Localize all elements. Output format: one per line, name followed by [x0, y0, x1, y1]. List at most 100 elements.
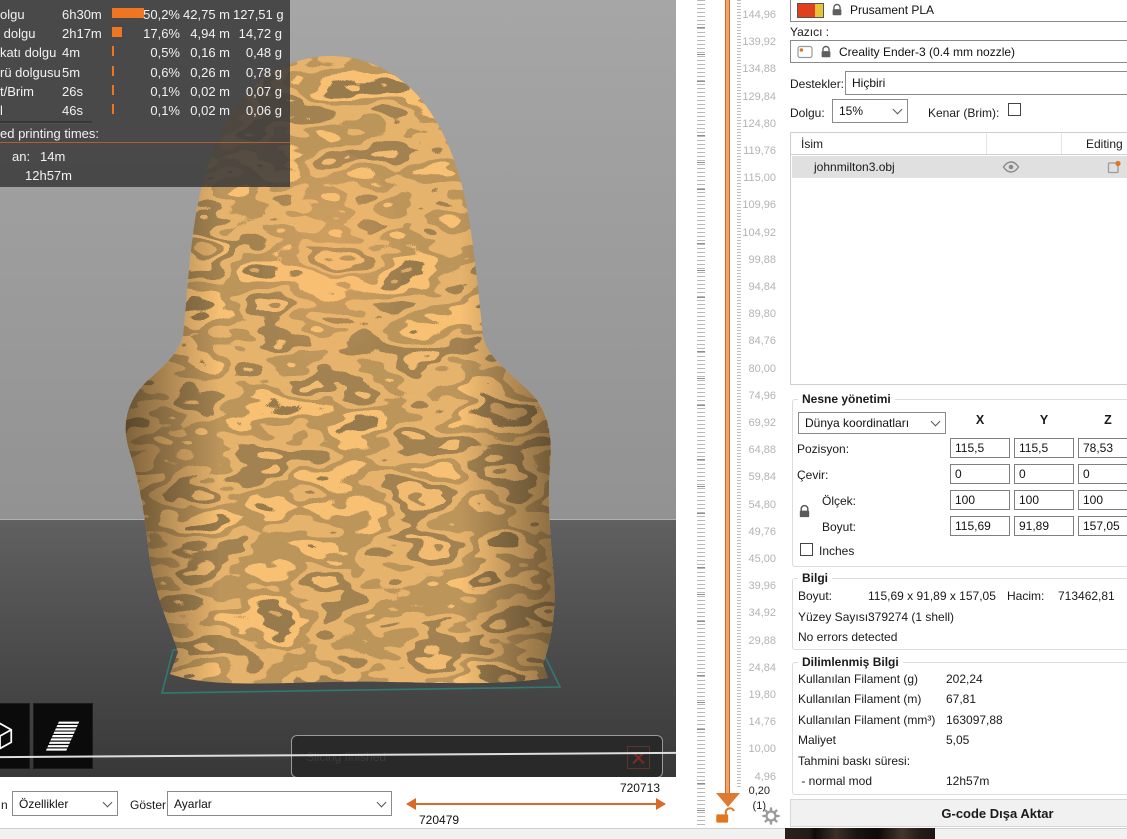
layer-height-label: 119,76 [743, 145, 776, 157]
size-label: Boyut: [822, 520, 857, 534]
rotate-label: Çevir: [797, 468, 829, 482]
inches-checkbox[interactable] [800, 543, 813, 556]
gear-icon[interactable] [762, 807, 780, 825]
layers-icon [46, 722, 79, 751]
infill-select[interactable]: 15% [832, 99, 908, 123]
range-slider-track[interactable] [414, 803, 657, 805]
position-x-input[interactable] [950, 438, 1010, 458]
status-bar [0, 828, 1127, 839]
sliced-info-label: Kullanılan Filament (g) [798, 672, 919, 686]
layer-height-label: 74,96 [748, 389, 776, 402]
layer-height-label: 39,96 [748, 580, 776, 593]
size-z-input[interactable] [1078, 516, 1127, 536]
layer-height-label: 14,76 [748, 716, 776, 729]
export-gcode-button[interactable]: G-code Dışa Aktar [790, 799, 1127, 827]
sliced-info-row: Kullanılan Filament (mm³) 163097,88 [792, 713, 1127, 729]
info-size-value: 115,69 x 91,89 x 157,05 [868, 589, 996, 603]
coordinate-system-select[interactable]: Dünya koordinatları [798, 412, 946, 434]
feature-bar [112, 65, 114, 76]
sliced-info-row: Kullanılan Filament (g) 202,24 [792, 672, 1127, 688]
layer-height-label: 115,00 [743, 172, 776, 185]
feature-length: 0,26 m [190, 64, 230, 80]
info-volume-value: 713462,81 [1058, 589, 1115, 603]
printer-select[interactable]: Creality Ender-3 (0.4 mm nozzle) [790, 40, 1127, 63]
sliced-info-value: 163097,88 [946, 712, 1003, 727]
rotate-y-input[interactable] [1014, 464, 1074, 484]
object-list-header: İsim Editing [791, 133, 1127, 155]
size-y-input[interactable] [1014, 516, 1074, 536]
filament-name: Prusament PLA [850, 3, 935, 17]
scale-x-input[interactable] [950, 490, 1010, 510]
object-row-selected[interactable]: johnmilton3.obj [792, 156, 1127, 178]
scale-y-input[interactable] [1014, 490, 1074, 510]
unlock-icon[interactable] [712, 806, 736, 825]
scale-label: Ölçek: [822, 494, 857, 508]
coordinate-system-value: Dünya koordinatları [805, 416, 910, 430]
layer-height-label: 134,88 [742, 63, 776, 76]
eye-icon[interactable] [1002, 161, 1020, 173]
layer-height-label: 29,88 [748, 634, 776, 647]
object-name: johnmilton3.obj [814, 160, 895, 174]
show-select[interactable]: Ayarlar [167, 791, 392, 816]
3d-view-button[interactable] [0, 703, 30, 769]
3d-viewport[interactable]: olgu 6h30m 50,2% 42,75 m 127,51 g dolgu … [0, 0, 676, 777]
sliced-info-label: Maliyet [798, 733, 837, 748]
chevron-down-icon [930, 416, 941, 427]
axis-header-x: X [975, 413, 985, 427]
layer-height-label: 54,80 [748, 498, 776, 511]
object-settings-icon[interactable] [1107, 160, 1121, 174]
feature-time: 6h30m [62, 7, 102, 22]
scale-z-input[interactable] [1078, 490, 1127, 510]
show-value: Ayarlar [174, 796, 212, 811]
chevron-down-icon [376, 797, 387, 807]
info-errors-text: No errors detected [798, 630, 898, 644]
info-facets-value: 379274 (1 shell) [868, 610, 955, 624]
size-x-input[interactable] [950, 516, 1010, 536]
legend-row: rü dolgusu 5m 0,6% 0,26 m 0,78 g [0, 64, 290, 80]
supports-select[interactable]: Hiçbiri [845, 71, 1127, 95]
cut-off-label: n [1, 798, 8, 812]
total-time-value: 12h57m [25, 168, 72, 183]
range-slider-right-handle[interactable] [656, 798, 666, 810]
layer-height-label: 129,84 [742, 90, 776, 103]
first-layer-time-value: 14m [40, 149, 66, 164]
layer-height-label: 59,84 [748, 471, 776, 484]
legend-row: l 46s 0,1% 0,02 m 0,06 g [0, 104, 290, 118]
supports-value: Hiçbiri [852, 76, 886, 90]
sliced-info-row: Kullanılan Filament (m) 67,81 [792, 692, 1127, 708]
legend-separator [0, 142, 290, 143]
editing-column-header: Editing [1086, 137, 1123, 151]
first-layer-time-label: an: [12, 149, 31, 164]
layer-height-label: 49,76 [748, 525, 776, 538]
layers-preview-button[interactable] [33, 703, 93, 769]
feature-bar [112, 46, 114, 57]
printing-times-header: ed printing times: [0, 126, 99, 141]
inches-label: Inches [819, 544, 855, 558]
layer-slider-tick-ruler[interactable] [697, 0, 705, 832]
info-size-label: Boyut: [798, 589, 833, 603]
range-max-value: 720713 [619, 781, 660, 795]
rotate-x-input[interactable] [950, 464, 1010, 484]
range-min-value: 720479 [419, 813, 460, 827]
uniform-scale-lock-icon[interactable] [797, 504, 812, 519]
sliced-info-label: Kullanılan Filament (m) [798, 692, 922, 707]
feature-time: 26s [62, 83, 83, 99]
infill-label: Dolgu: [790, 106, 825, 120]
sliced-info-title: Dilimlenmiş Bilgi [798, 655, 903, 669]
brim-label: Kenar (Brim): [928, 106, 1000, 120]
brim-checkbox[interactable] [1008, 103, 1021, 116]
close-icon[interactable] [627, 746, 650, 769]
chevron-down-icon [102, 797, 113, 807]
lock-icon [819, 45, 833, 59]
feature-length: 4,94 m [190, 26, 230, 42]
layer-height-label: 34,92 [748, 607, 776, 620]
position-z-input[interactable] [1078, 438, 1127, 458]
view-type-select[interactable]: Özellikler [12, 791, 118, 816]
cube-icon [0, 724, 11, 749]
rotate-z-input[interactable] [1078, 464, 1127, 484]
feature-weight: 0,07 g [245, 83, 282, 99]
position-y-input[interactable] [1014, 438, 1074, 458]
layer-height-label: 4,96 [754, 770, 776, 783]
feature-bar [112, 104, 114, 114]
filament-select[interactable]: Prusament PLA [790, 0, 1127, 22]
